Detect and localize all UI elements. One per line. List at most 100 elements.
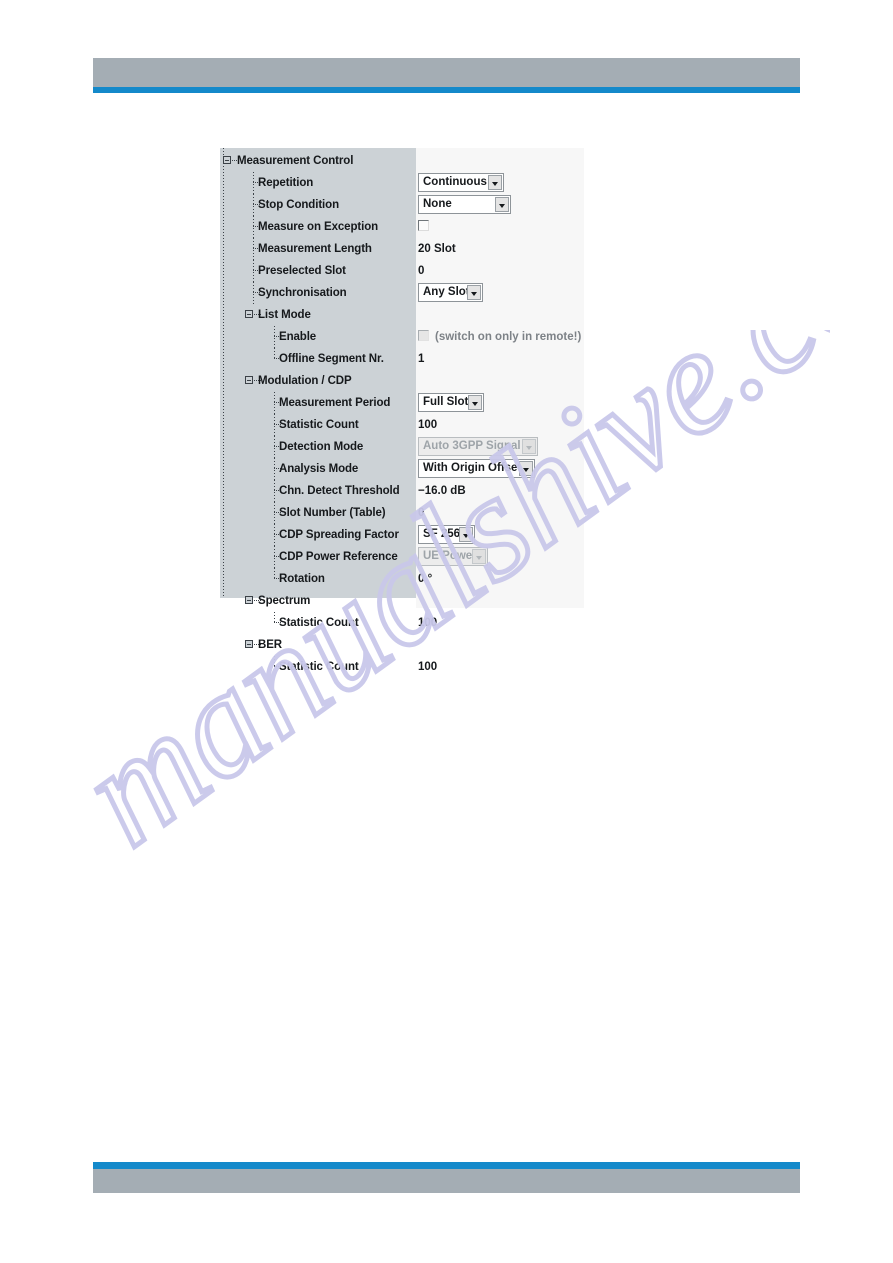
tree-connector-line <box>274 502 275 524</box>
settings-tree-row[interactable]: Chn. Detect Threshold −16.0 dB <box>220 480 584 502</box>
measurement-control-settings-dialog: Measurement Control Repetition Continuous S… <box>220 148 584 673</box>
settings-tree-row[interactable]: CDP Power Reference UE Power <box>220 546 584 568</box>
tree-item-label: Detection Mode <box>279 441 364 453</box>
settings-tree-row[interactable]: Stop Condition None <box>220 194 584 216</box>
tree-item-label: Preselected Slot <box>258 265 346 277</box>
settings-tree-row[interactable]: Offline Segment Nr. 1 <box>220 348 584 370</box>
tree-item-label: Measurement Period <box>279 397 391 409</box>
settings-tree-row[interactable]: Synchronisation Any Slot <box>220 282 584 304</box>
page-footer-accent-rule <box>93 1162 800 1169</box>
chevron-down-icon[interactable] <box>459 527 473 542</box>
setting-dropdown-value: Auto 3GPP Signal <box>423 440 521 452</box>
settings-tree-row[interactable]: Statistic Count 100 <box>220 612 584 634</box>
setting-dropdown[interactable]: Any Slot <box>418 283 483 302</box>
page-header-band <box>93 58 800 87</box>
tree-collapse-box-icon[interactable] <box>245 376 253 384</box>
setting-value-text[interactable]: 20 Slot <box>418 238 456 260</box>
settings-tree-row[interactable]: Measurement Period Full Slot <box>220 392 584 414</box>
setting-dropdown: UE Power <box>418 547 488 566</box>
chevron-down-icon[interactable] <box>488 175 502 190</box>
chevron-down-icon[interactable] <box>495 197 509 212</box>
tree-item-label: Modulation / CDP <box>258 375 352 387</box>
settings-tree-row[interactable]: Spectrum <box>220 590 584 612</box>
tree-connector-line <box>274 480 275 502</box>
settings-tree-row[interactable]: List Mode <box>220 304 584 326</box>
tree-item-label: BER <box>258 639 282 651</box>
tree-connector-line <box>253 216 254 238</box>
page-footer-band <box>93 1169 800 1193</box>
page-header-accent-rule <box>93 87 800 93</box>
settings-tree-row[interactable]: Statistic Count 100 <box>220 414 584 436</box>
setting-dropdown-value: Continuous <box>423 176 487 188</box>
chevron-down-icon <box>472 549 486 564</box>
setting-dropdown[interactable]: None <box>418 195 511 214</box>
tree-item-label: Repetition <box>258 177 314 189</box>
settings-tree-row[interactable]: Rotation 0 ° <box>220 568 584 590</box>
setting-dropdown-value: Any Slot <box>423 286 467 298</box>
tree-collapse-box-icon[interactable] <box>245 310 253 318</box>
setting-value-text[interactable]: 100 <box>418 612 437 634</box>
tree-item-label: Enable <box>279 331 317 343</box>
setting-value-text[interactable]: 1 <box>418 348 424 370</box>
settings-tree-row[interactable]: CDP Spreading Factor SF 256 <box>220 524 584 546</box>
tree-item-label: Statistic Count <box>279 617 359 629</box>
setting-dropdown-value: SF 256 <box>423 528 459 540</box>
tree-connector-line <box>253 194 254 216</box>
tree-collapse-box-icon[interactable] <box>245 640 253 648</box>
chevron-down-icon[interactable] <box>467 285 481 300</box>
setting-value-text[interactable]: 100 <box>418 414 437 436</box>
tree-connector-line <box>253 282 254 304</box>
tree-connector-line <box>274 524 275 546</box>
setting-value-text[interactable]: 0 <box>418 260 424 282</box>
tree-connector-line <box>274 348 275 359</box>
tree-item-label: Measurement Control <box>237 155 354 167</box>
settings-tree-row[interactable]: Statistic Count 100 <box>220 656 584 678</box>
settings-tree-row[interactable]: Repetition Continuous <box>220 172 584 194</box>
tree-item-label: Offline Segment Nr. <box>279 353 384 365</box>
chevron-down-icon[interactable] <box>519 461 533 476</box>
settings-tree-row[interactable]: Modulation / CDP <box>220 370 584 392</box>
settings-tree-row[interactable]: Preselected Slot 0 <box>220 260 584 282</box>
settings-tree-row[interactable]: Enable (switch on only in remote!) <box>220 326 584 348</box>
settings-tree-row[interactable]: Detection Mode Auto 3GPP Signal <box>220 436 584 458</box>
settings-tree-row[interactable]: Analysis Mode With Origin Offset <box>220 458 584 480</box>
setting-dropdown[interactable]: Continuous <box>418 173 504 192</box>
setting-dropdown: Auto 3GPP Signal <box>418 437 538 456</box>
tree-item-label: Stop Condition <box>258 199 339 211</box>
settings-tree-row[interactable]: Measure on Exception <box>220 216 584 238</box>
tree-connector-line <box>274 326 275 348</box>
tree-connector-line <box>253 260 254 282</box>
setting-value-text[interactable]: −16.0 dB <box>418 480 466 502</box>
tree-item-label: Synchronisation <box>258 287 347 299</box>
setting-value-text[interactable]: 100 <box>418 656 437 678</box>
settings-tree-row[interactable]: Measurement Length 20 Slot <box>220 238 584 260</box>
tree-item-label: Measurement Length <box>258 243 372 255</box>
setting-dropdown[interactable]: With Origin Offset <box>418 459 535 478</box>
setting-value-text[interactable]: 0 ° <box>418 568 432 590</box>
tree-collapse-box-icon[interactable] <box>223 156 231 164</box>
setting-checkbox-hint: (switch on only in remote!) <box>435 331 582 343</box>
tree-item-label: Rotation <box>279 573 325 585</box>
setting-dropdown-value: Full Slot <box>423 396 468 408</box>
tree-item-label: Slot Number (Table) <box>279 507 386 519</box>
chevron-down-icon[interactable] <box>468 395 482 410</box>
tree-connector-line <box>274 612 275 623</box>
settings-tree-row[interactable]: Slot Number (Table) 0 <box>220 502 584 524</box>
tree-connector-line <box>274 458 275 480</box>
tree-item-label: Statistic Count <box>279 661 359 673</box>
tree-connector-line <box>274 546 275 568</box>
setting-value-text[interactable]: 0 <box>418 502 424 524</box>
tree-item-label: CDP Power Reference <box>279 551 398 563</box>
setting-checkbox <box>418 330 429 341</box>
tree-connector-line <box>253 172 254 194</box>
setting-checkbox[interactable] <box>418 220 429 231</box>
tree-collapse-box-icon[interactable] <box>245 596 253 604</box>
tree-item-label: Statistic Count <box>279 419 359 431</box>
tree-item-label: Analysis Mode <box>279 463 359 475</box>
setting-dropdown[interactable]: Full Slot <box>418 393 484 412</box>
tree-connector-line <box>274 656 275 667</box>
settings-tree-row[interactable]: Measurement Control <box>220 150 584 172</box>
setting-dropdown[interactable]: SF 256 <box>418 525 475 544</box>
setting-dropdown-value: None <box>423 198 452 210</box>
settings-tree-row[interactable]: BER <box>220 634 584 656</box>
